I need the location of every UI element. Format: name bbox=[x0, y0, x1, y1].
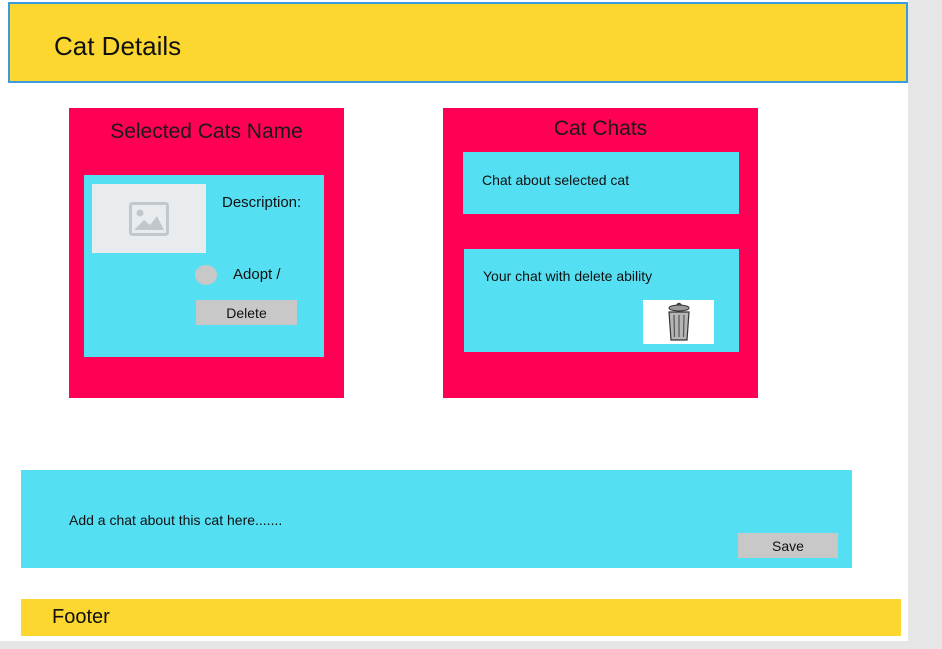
cat-chats-panel: Cat Chats Chat about selected cat Your c… bbox=[443, 108, 758, 398]
cat-image bbox=[92, 184, 206, 253]
footer-text: Footer bbox=[52, 606, 110, 628]
save-button[interactable]: Save bbox=[738, 533, 838, 558]
chat-compose-area: Add a chat about this cat here....... Sa… bbox=[21, 470, 852, 568]
cat-name-title: Selected Cats Name bbox=[110, 120, 303, 143]
delete-chat-button[interactable] bbox=[643, 300, 714, 344]
footer-bar: Footer bbox=[21, 599, 901, 636]
delete-button[interactable]: Delete bbox=[196, 300, 297, 325]
trash-can-icon bbox=[667, 302, 690, 341]
chat-text: Chat about selected cat bbox=[482, 172, 630, 188]
selected-cat-panel: Selected Cats Name Description: Adopt / … bbox=[69, 108, 344, 398]
description-label: Description: bbox=[222, 194, 302, 211]
image-placeholder-icon bbox=[129, 201, 169, 236]
chat-input[interactable]: Add a chat about this cat here....... bbox=[69, 512, 282, 528]
chat-item: Chat about selected cat bbox=[463, 152, 739, 214]
own-chat-text: Your chat with delete ability bbox=[483, 268, 653, 284]
page-canvas: Cat Details Selected Cats Name Descripti… bbox=[0, 0, 908, 641]
cat-card: Description: Adopt / Delete bbox=[84, 175, 324, 357]
own-chat-item: Your chat with delete ability bbox=[464, 249, 739, 352]
cat-chats-title: Cat Chats bbox=[553, 117, 648, 140]
page-title: Cat Details bbox=[54, 31, 182, 61]
adopt-radio[interactable] bbox=[195, 265, 217, 285]
header-bar: Cat Details bbox=[8, 2, 908, 83]
adopt-label: Adopt / bbox=[233, 266, 281, 283]
